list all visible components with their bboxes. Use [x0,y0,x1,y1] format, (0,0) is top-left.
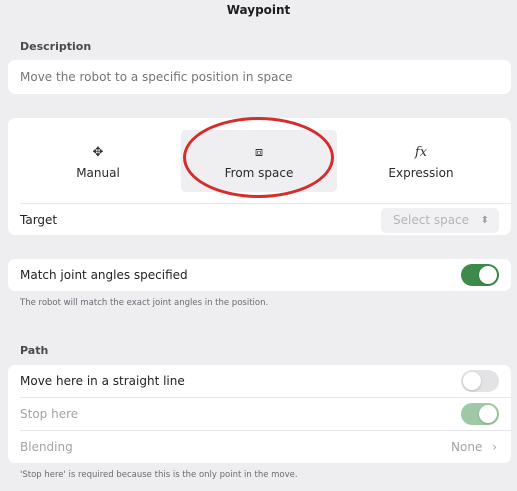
stop-here-label: Stop here [20,407,79,421]
path-hint: 'Stop here' is required because this is … [20,470,298,480]
path-label: Path [20,344,49,357]
stop-here-toggle[interactable] [461,403,499,425]
blending-value: None [451,440,483,454]
straight-line-label: Move here in a straight line [20,374,185,388]
divider [20,203,511,204]
chevron-right-icon: › [492,440,497,454]
match-joint-card: Match joint angles specified [8,259,511,291]
straight-line-toggle[interactable] [461,370,499,392]
function-icon: 𝑓x [414,145,428,160]
toggle-knob [463,372,481,390]
highlight-annotation [183,117,334,198]
description-card [8,60,511,94]
blending-label: Blending [20,440,73,454]
blending-select[interactable]: None › [451,440,497,454]
mode-manual-button[interactable]: ✥ Manual [20,130,176,192]
match-joint-hint: The robot will match the exact joint ang… [20,298,269,308]
toggle-knob [479,405,497,423]
chevron-up-down-icon: ⬍ [480,215,489,226]
page-title: Waypoint [226,3,291,17]
path-card: Move here in a straight line Stop here B… [8,365,511,463]
divider [20,430,511,431]
mode-manual-label: Manual [76,166,120,180]
toggle-knob [479,266,497,284]
description-label: Description [20,40,92,53]
target-select-value: Select space [393,213,470,227]
mode-expression-button[interactable]: 𝑓x Expression [343,130,499,192]
mode-expression-label: Expression [388,166,454,180]
target-label: Target [20,213,58,227]
description-input[interactable] [20,70,490,84]
target-select[interactable]: Select space ⬍ [381,208,499,233]
match-joint-toggle[interactable] [461,264,499,286]
match-joint-label: Match joint angles specified [20,268,188,282]
move-arrows-icon: ✥ [92,145,104,160]
divider [20,397,511,398]
